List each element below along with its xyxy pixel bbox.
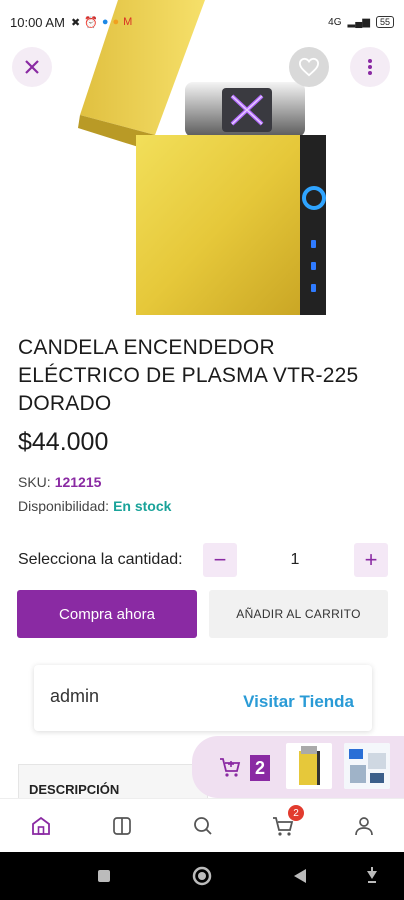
recent-apps-button[interactable] — [94, 866, 114, 886]
quantity-decrease-button[interactable]: − — [203, 543, 237, 577]
product-image — [0, 0, 404, 315]
quantity-input[interactable] — [242, 543, 348, 577]
mini-cart-count: 2 — [250, 755, 270, 781]
tab-description-label: DESCRIPCIÓN — [29, 782, 120, 797]
favorite-button[interactable] — [289, 47, 329, 87]
notification-muted-icon: ✖ — [70, 16, 81, 29]
visit-store-link[interactable]: Visitar Tienda — [243, 692, 354, 712]
notification-icons: ✖ ⏰ ● ● M — [71, 16, 132, 29]
home-system-button[interactable] — [192, 866, 212, 886]
sku-row: SKU: 121215 — [18, 474, 101, 490]
vendor-name: admin — [50, 686, 100, 706]
status-time: 10:00 AM — [10, 14, 65, 30]
nav-cart[interactable]: 2 — [268, 805, 304, 841]
availability-value: En stock — [113, 498, 172, 514]
close-button[interactable] — [12, 47, 52, 87]
mini-cart[interactable]: 2 — [192, 736, 404, 798]
app-icon: ● — [112, 16, 120, 28]
system-navigation — [0, 852, 404, 900]
quantity-increase-button[interactable]: + — [354, 543, 388, 577]
buy-now-button[interactable]: Compra ahora — [17, 590, 197, 638]
home-icon — [32, 816, 50, 835]
availability-row: Disponibilidad: En stock — [18, 498, 171, 514]
add-to-cart-button[interactable]: AÑADIR AL CARRITO — [209, 590, 388, 638]
quantity-label: Selecciona la cantidad: — [18, 551, 183, 568]
battery-icon: 55 — [375, 16, 394, 28]
product-price: $44.000 — [18, 428, 109, 456]
bottom-navigation: 2 — [0, 798, 404, 852]
message-icon: ● — [101, 16, 109, 28]
square-icon — [98, 870, 110, 882]
sku-value: 121215 — [54, 474, 102, 490]
more-options-button[interactable] — [350, 47, 390, 87]
accessibility-button[interactable] — [362, 866, 382, 886]
product-title: CANDELA ENCENDEDOR ELÉCTRICO DE PLASMA V… — [18, 336, 359, 415]
gmail-icon: M — [123, 16, 133, 28]
book-icon — [113, 817, 131, 835]
more-vertical-icon — [368, 59, 372, 75]
lighter-image — [78, 0, 326, 315]
download-arrow-icon — [367, 867, 377, 883]
back-triangle-icon — [294, 869, 306, 883]
status-right: 4G ▂▄▆ 55 — [328, 16, 394, 28]
cart-item-thumbnail[interactable] — [344, 743, 390, 789]
network-icon: 4G — [328, 16, 342, 28]
search-icon — [194, 817, 212, 835]
signal-icon: ▂▄▆ — [347, 16, 370, 28]
circle-icon — [192, 866, 212, 886]
user-icon — [355, 817, 373, 836]
cart-add-icon — [220, 758, 241, 777]
nav-home[interactable] — [26, 811, 56, 841]
close-icon — [25, 60, 39, 74]
nav-categories[interactable] — [107, 811, 137, 841]
alarm-icon: ⏰ — [84, 16, 98, 29]
heart-icon — [298, 57, 320, 77]
product-thumbnail-image — [344, 743, 390, 789]
cart-item-thumbnail[interactable] — [286, 743, 332, 789]
nav-search[interactable] — [188, 811, 218, 841]
vendor-card: admin Visitar Tienda — [34, 665, 372, 731]
nav-account[interactable] — [349, 811, 379, 841]
cart-badge: 2 — [288, 805, 304, 821]
availability-label: Disponibilidad: — [18, 498, 110, 514]
status-bar: 10:00 AM ✖ ⏰ ● ● M 4G ▂▄▆ 55 — [0, 0, 404, 44]
sku-label: SKU: — [18, 474, 51, 490]
back-button[interactable] — [290, 866, 310, 886]
lighter-thumbnail-image — [299, 746, 320, 785]
